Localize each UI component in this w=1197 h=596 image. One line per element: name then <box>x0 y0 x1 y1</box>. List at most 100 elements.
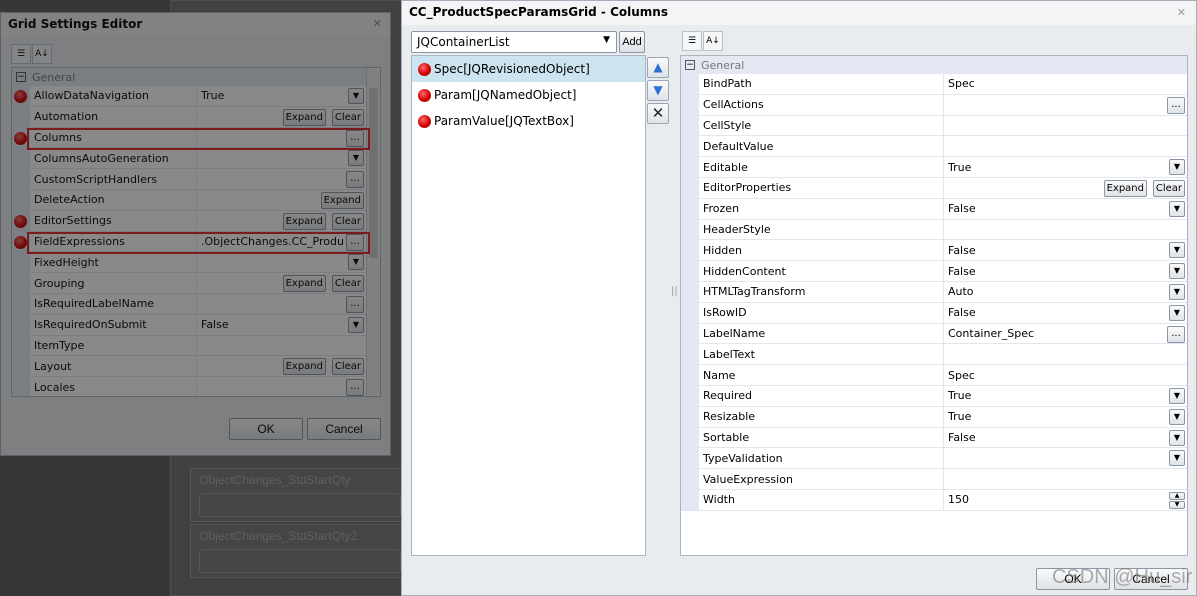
property-row[interactable]: Editable True ▼ <box>681 157 1187 178</box>
arrow-down-icon: ▼ <box>653 83 663 97</box>
property-value[interactable] <box>944 220 1187 240</box>
property-value[interactable]: Expand Clear <box>944 178 1187 198</box>
property-value[interactable]: ▼ <box>944 448 1187 468</box>
property-row[interactable]: Frozen False ▼ <box>681 198 1187 220</box>
property-name: ValueExpression <box>699 469 944 489</box>
property-value[interactable]: True ▼ <box>944 157 1187 177</box>
property-row[interactable]: IsRowID False ▼ <box>681 302 1187 324</box>
type-select[interactable]: JQContainerList ▼ <box>411 31 617 53</box>
property-row[interactable]: HTMLTagTransform Auto ▼ <box>681 281 1187 303</box>
column-list-item[interactable]: ParamValue[JQTextBox] <box>412 108 645 134</box>
ok-button[interactable]: OK <box>1036 568 1110 590</box>
property-row[interactable]: CellActions... <box>681 94 1187 116</box>
dropdown-button[interactable]: ▼ <box>1169 387 1185 404</box>
chevron-down-icon: ▼ <box>1173 286 1181 296</box>
property-value-text: Spec <box>948 77 975 91</box>
add-button[interactable]: Add <box>619 31 645 53</box>
ellipsis-button[interactable]: ... <box>1167 96 1185 114</box>
categorized-icon[interactable]: ☰ <box>682 31 702 51</box>
dropdown-button[interactable]: ▼ <box>1169 408 1185 425</box>
chevron-down-icon: ▼ <box>1173 245 1181 255</box>
property-row[interactable]: TypeValidation ▼ <box>681 448 1187 470</box>
property-value[interactable] <box>944 344 1187 364</box>
chevron-down-icon: ▼ <box>1173 307 1181 317</box>
property-row[interactable]: ValueExpression <box>681 469 1187 490</box>
chevron-down-icon: ▼ <box>1173 390 1181 400</box>
ellipsis-button[interactable]: ... <box>1167 325 1185 343</box>
property-row[interactable]: HiddenContent False ▼ <box>681 261 1187 282</box>
property-value[interactable]: False ▼ <box>944 303 1187 323</box>
delete-button[interactable]: ✕ <box>647 103 669 124</box>
dropdown-button[interactable]: ▼ <box>1169 450 1185 467</box>
close-icon[interactable]: ✕ <box>1177 6 1186 19</box>
column-property-grid: − General BindPath Spec CellActions... CellS… <box>680 55 1188 556</box>
row-gutter <box>681 469 699 489</box>
move-down-button[interactable]: ▼ <box>647 80 669 101</box>
property-name: Required <box>699 385 944 406</box>
property-value[interactable]: ... <box>944 95 1187 115</box>
property-value[interactable]: False ▼ <box>944 261 1187 281</box>
splitter[interactable]: || <box>671 286 678 297</box>
dropdown-button[interactable]: ▼ <box>1169 263 1185 280</box>
property-row[interactable]: Width 150 ▲ ▼ <box>681 489 1187 511</box>
property-value[interactable]: True ▼ <box>944 407 1187 427</box>
property-value[interactable]: 150 ▲ ▼ <box>944 490 1187 510</box>
property-name: Hidden <box>699 240 944 261</box>
property-name: TypeValidation <box>699 448 944 469</box>
property-row[interactable]: LabelText <box>681 344 1187 366</box>
property-row[interactable]: Hidden False ▼ <box>681 240 1187 262</box>
dropdown-button[interactable]: ▼ <box>1169 283 1185 300</box>
property-value[interactable]: Auto ▼ <box>944 282 1187 302</box>
row-gutter <box>681 406 699 427</box>
dropdown-button[interactable]: ▼ <box>1169 429 1185 446</box>
property-row[interactable]: CellStyle <box>681 115 1187 137</box>
chevron-down-icon: ▼ <box>1173 266 1181 276</box>
category-header[interactable]: −General <box>681 56 1187 74</box>
property-value[interactable]: False ▼ <box>944 199 1187 219</box>
dropdown-button[interactable]: ▼ <box>1169 304 1185 321</box>
property-value[interactable] <box>944 469 1187 489</box>
row-gutter <box>681 115 699 136</box>
property-value[interactable]: True ▼ <box>944 386 1187 406</box>
row-gutter <box>681 427 699 448</box>
dropdown-button[interactable]: ▼ <box>1169 242 1185 259</box>
property-value[interactable]: Container_Spec... <box>944 324 1187 344</box>
property-row[interactable]: Name Spec <box>681 365 1187 386</box>
column-list-item[interactable]: Param[JQNamedObject] <box>412 82 645 108</box>
property-value[interactable] <box>944 116 1187 136</box>
property-row[interactable]: Sortable False ▼ <box>681 427 1187 449</box>
property-row[interactable]: Resizable True ▼ <box>681 406 1187 428</box>
property-row[interactable]: DefaultValue <box>681 136 1187 158</box>
sort-alpha-icon[interactable]: A↓ <box>703 31 723 51</box>
property-row[interactable]: Required True ▼ <box>681 385 1187 407</box>
spinner-down-button[interactable]: ▼ <box>1169 500 1185 509</box>
dropdown-button[interactable]: ▼ <box>1169 200 1185 217</box>
property-row[interactable]: LabelName Container_Spec... <box>681 323 1187 345</box>
property-row[interactable]: BindPath Spec <box>681 74 1187 95</box>
chevron-down-icon: ▼ <box>1173 411 1181 421</box>
property-value[interactable]: False ▼ <box>944 240 1187 260</box>
clear-button[interactable]: Clear <box>1152 179 1185 197</box>
property-name: BindPath <box>699 74 944 94</box>
property-value[interactable]: False ▼ <box>944 428 1187 448</box>
dialog-title: CC_ProductSpecParamsGrid - Columns <box>402 1 1196 25</box>
move-up-button[interactable]: ▲ <box>647 57 669 78</box>
collapse-icon[interactable]: − <box>685 60 695 70</box>
property-row[interactable]: HeaderStyle <box>681 219 1187 241</box>
property-row[interactable]: EditorProperties Expand Clear <box>681 177 1187 199</box>
property-name: CellActions <box>699 94 944 115</box>
expand-button[interactable]: Expand <box>1103 179 1147 197</box>
row-gutter <box>681 302 699 323</box>
column-list-item[interactable]: Spec[JQRevisionedObject] <box>412 56 645 82</box>
property-value[interactable] <box>944 136 1187 156</box>
cancel-button[interactable]: Cancel <box>1114 568 1188 590</box>
dropdown-button[interactable]: ▼ <box>1169 159 1185 176</box>
property-value-text: False <box>948 264 976 278</box>
property-value[interactable]: Spec <box>944 74 1187 94</box>
spinner-up-button[interactable]: ▲ <box>1169 491 1185 500</box>
property-name: Editable <box>699 157 944 177</box>
property-value[interactable]: Spec <box>944 365 1187 385</box>
property-name: Sortable <box>699 427 944 448</box>
row-gutter <box>681 198 699 219</box>
chevron-down-icon: ▼ <box>1173 162 1181 172</box>
